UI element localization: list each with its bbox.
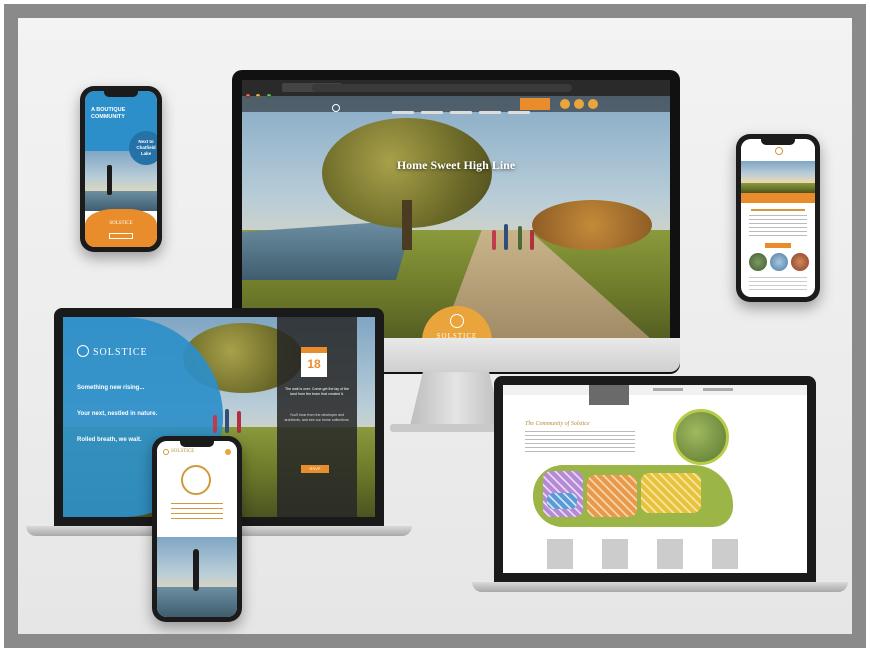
sun-logo-icon	[775, 147, 783, 155]
active-nav-tab[interactable]	[589, 385, 629, 405]
side-panel-text-2: You'll hear from the developer and archi…	[284, 413, 350, 422]
site-logo[interactable]	[332, 99, 372, 112]
hero-title: Home Sweet High Line	[396, 158, 516, 172]
phone-front-logo: SOLSTICE	[171, 449, 195, 454]
community-photo-circle	[673, 409, 729, 465]
phone-right-heading	[751, 209, 805, 211]
community-paragraph	[525, 431, 635, 455]
hero-person	[518, 226, 522, 250]
nav-links[interactable]	[392, 101, 537, 119]
device-mockup-scene: Home Sweet High Line SOLSTICE A BOUTIQUE…	[18, 18, 852, 634]
phone-right-footer-text	[749, 277, 807, 291]
hero-creek	[242, 220, 414, 280]
walker	[237, 411, 241, 433]
hero-person	[504, 224, 508, 250]
photo-frame: Home Sweet High Line SOLSTICE A BOUTIQUE…	[4, 4, 866, 648]
phone-front: SOLSTICE	[152, 436, 242, 622]
paddleboarder-silhouette	[193, 549, 199, 591]
hero-shrubs	[532, 200, 652, 250]
phone-right-banner	[741, 193, 815, 203]
paddleboarder-silhouette	[107, 165, 112, 195]
phone-left-lake	[85, 191, 157, 211]
phone-left-screen: A BOUTIQUE COMMUNITY Next to Chatfield L…	[85, 91, 157, 247]
phone-right-button[interactable]	[765, 243, 791, 248]
social-icon[interactable]	[574, 99, 584, 109]
plan-zone-blue	[547, 493, 577, 509]
phone-front-lake	[157, 587, 237, 617]
calendar-day: 18	[307, 357, 321, 371]
imac-stand	[410, 372, 502, 426]
plan-zone-yellow	[641, 473, 701, 513]
nav-tab[interactable]	[653, 388, 683, 391]
phone-right-paragraph	[749, 215, 807, 239]
site-navigation	[242, 96, 670, 114]
phone-left-headline: A BOUTIQUE COMMUNITY	[91, 107, 126, 120]
hero-person	[492, 230, 496, 250]
photo-circle	[749, 253, 767, 271]
phone-right	[736, 134, 820, 302]
laptop-right-base	[472, 582, 848, 592]
walker	[225, 409, 229, 433]
phone-left-footer	[85, 209, 157, 247]
phone-front-screen: SOLSTICE	[157, 441, 237, 617]
phone-left: A BOUTIQUE COMMUNITY Next to Chatfield L…	[80, 86, 162, 252]
sun-emblem-icon	[181, 465, 211, 495]
laptop-left-logo: SOLSTICE	[93, 347, 148, 358]
hero-tree-trunk	[402, 200, 412, 250]
phone-front-intro-text	[171, 503, 223, 521]
phone-left-circle-text: Next to Chatfield Lake	[136, 139, 156, 156]
imac-screen: Home Sweet High Line SOLSTICE	[242, 80, 670, 346]
walker	[213, 415, 217, 433]
calendar-icon: 18	[301, 347, 327, 377]
nav-tab[interactable]	[703, 388, 733, 391]
phone-right-screen	[741, 139, 815, 297]
community-title: The Community of Solstice	[525, 421, 590, 427]
social-icon[interactable]	[560, 99, 570, 109]
sun-logo-icon	[163, 449, 169, 455]
address-bar[interactable]	[312, 84, 572, 92]
plan-zone-orange	[587, 475, 637, 517]
laptop-left-line2: Your next, nestled in nature.	[77, 411, 158, 417]
photo-circle	[770, 253, 788, 271]
social-icon[interactable]	[588, 99, 598, 109]
sun-logo-icon	[77, 345, 89, 357]
nav-cta-button[interactable]	[520, 98, 550, 110]
map-legend	[543, 539, 763, 569]
photo-circle	[791, 253, 809, 271]
laptop-right-display: The Community of Solstice	[494, 376, 816, 582]
laptop-left-line3: Rolled breath, we wait.	[77, 437, 142, 443]
sun-logo-icon	[450, 314, 464, 328]
rsvp-button[interactable]: RSVP	[301, 465, 329, 473]
phone-right-hero-ground	[741, 183, 815, 193]
side-panel-text-1: The wait is over. Come get the lay of th…	[284, 387, 350, 396]
browser-toolbar	[242, 80, 670, 98]
menu-icon[interactable]	[225, 449, 231, 455]
laptop-left-line1: Something new rising...	[77, 385, 145, 391]
phone-left-button[interactable]	[109, 233, 133, 239]
laptop-right-screen: The Community of Solstice	[503, 385, 807, 573]
phone-left-logo: SOLSTICE	[109, 221, 133, 226]
hero-person	[530, 230, 534, 250]
